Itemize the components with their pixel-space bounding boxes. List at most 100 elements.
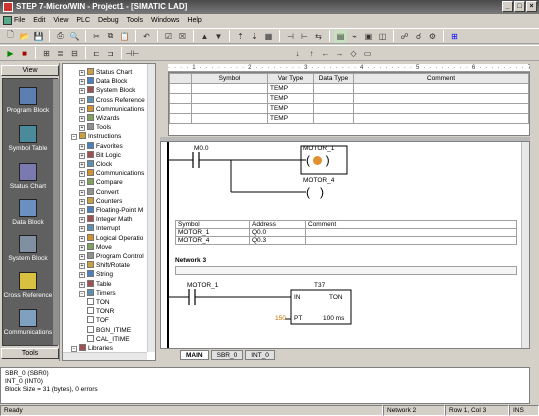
- expand-icon[interactable]: +: [79, 152, 85, 159]
- nav-status-chart[interactable]: Status Chart: [3, 163, 53, 190]
- expand-icon[interactable]: +: [79, 208, 85, 214]
- timer-preset-value[interactable]: 150: [275, 315, 286, 322]
- tree-item[interactable]: − Instructions: [71, 132, 121, 141]
- ladder-editor[interactable]: M0.0 MOTOR_1 ( ) MOTOR_4 ( ) Symbol Addr…: [160, 141, 530, 349]
- tree-item[interactable]: + Tools: [79, 123, 111, 132]
- tree-item[interactable]: CAL_ITIME: [87, 334, 130, 344]
- print-icon[interactable]: ⎙: [54, 30, 67, 43]
- sort-desc-icon[interactable]: ⇣: [248, 30, 261, 43]
- run-icon[interactable]: ▶: [4, 47, 17, 60]
- upload-icon[interactable]: ▲: [198, 30, 211, 43]
- menu-view[interactable]: View: [53, 17, 68, 24]
- status-icon[interactable]: ▤: [334, 29, 347, 43]
- tree-item[interactable]: + Floating-Point M: [79, 206, 143, 215]
- expand-icon[interactable]: +: [79, 180, 85, 187]
- expand-icon[interactable]: +: [79, 189, 85, 196]
- compile-icon[interactable]: ☑: [162, 30, 175, 43]
- var-type-cell[interactable]: TEMP: [267, 113, 314, 124]
- tree-item[interactable]: + Counters: [79, 196, 122, 206]
- undo-icon[interactable]: ↶: [140, 30, 153, 43]
- tree-vertical-scrollbar[interactable]: [147, 64, 155, 352]
- expand-icon[interactable]: +: [79, 162, 85, 168]
- tree-item[interactable]: + Convert: [79, 187, 119, 197]
- sym-icon[interactable]: ⊞: [448, 30, 461, 43]
- expand-icon[interactable]: +: [79, 106, 85, 113]
- expand-icon[interactable]: +: [79, 272, 85, 279]
- tree-item[interactable]: + Compare: [79, 178, 123, 187]
- expand-icon[interactable]: +: [79, 70, 85, 76]
- nav-symbol-table[interactable]: Symbol Table: [3, 125, 53, 152]
- box-icon[interactable]: ▭: [361, 47, 374, 60]
- nav-communications[interactable]: Communications: [3, 309, 53, 336]
- var-type-cell[interactable]: TEMP: [267, 93, 314, 104]
- nav-system-block[interactable]: System Block: [3, 235, 53, 262]
- sort-asc-icon[interactable]: ⇡: [234, 30, 247, 43]
- expand-icon[interactable]: +: [79, 143, 85, 150]
- save-icon[interactable]: 💾: [32, 30, 45, 43]
- stop-icon[interactable]: ■: [18, 47, 31, 60]
- expand-icon[interactable]: +: [79, 125, 85, 132]
- expand-icon[interactable]: +: [79, 244, 85, 251]
- tree-item[interactable]: + Communications: [79, 169, 144, 178]
- unforce-icon[interactable]: ◫: [376, 30, 389, 43]
- arrow-right-icon[interactable]: →: [333, 47, 346, 60]
- compile-all-icon[interactable]: ☒: [176, 30, 189, 43]
- restore-button[interactable]: □: [514, 1, 525, 12]
- arrow-left-icon[interactable]: ←: [319, 47, 332, 60]
- symbol-icon[interactable]: ⇆: [312, 30, 325, 43]
- tree-item[interactable]: TONR: [87, 307, 114, 316]
- nav-data-block[interactable]: Data Block: [3, 199, 53, 226]
- tree-item[interactable]: + Communications: [79, 104, 144, 114]
- new-icon[interactable]: 🗋: [4, 30, 17, 43]
- line-down-icon[interactable]: ↓: [291, 47, 304, 60]
- expand-icon[interactable]: +: [79, 263, 85, 270]
- tree-item[interactable]: + Favorites: [79, 141, 123, 151]
- tree-item[interactable]: + Program Control: [79, 252, 144, 261]
- tree-item[interactable]: + Bit Logic: [79, 150, 121, 160]
- tree-item[interactable]: + Integer Math: [79, 215, 133, 224]
- nav-view-header[interactable]: View: [1, 65, 59, 76]
- tree-item[interactable]: TON: [87, 298, 110, 307]
- tree-horizontal-scrollbar[interactable]: [63, 352, 147, 360]
- read-icon[interactable]: ☍: [398, 30, 411, 43]
- stl-icon[interactable]: ≣: [54, 47, 67, 60]
- download-icon[interactable]: ▼: [212, 30, 225, 43]
- menu-plc[interactable]: PLC: [76, 17, 90, 24]
- tree-item[interactable]: + Table: [79, 279, 112, 289]
- tree-item[interactable]: + Wizards: [79, 114, 119, 123]
- network-insert-icon[interactable]: ⊣: [284, 30, 297, 43]
- tab-main[interactable]: MAIN: [180, 350, 209, 360]
- expand-icon[interactable]: +: [79, 235, 85, 242]
- tree-item[interactable]: + Cross Reference: [79, 95, 145, 105]
- tree-item[interactable]: + Move: [79, 242, 112, 252]
- coil2[interactable]: ( ): [306, 185, 332, 199]
- cut-icon[interactable]: ✂: [90, 30, 103, 43]
- coil-icon[interactable]: ◇: [347, 47, 360, 60]
- expand-icon[interactable]: +: [79, 88, 85, 95]
- expand-icon[interactable]: +: [79, 198, 85, 205]
- expand-icon[interactable]: +: [79, 97, 85, 104]
- ladder-vertical-scrollbar[interactable]: [521, 142, 529, 348]
- expand-icon[interactable]: +: [79, 281, 85, 288]
- tree-item[interactable]: + Interrupt: [79, 224, 120, 233]
- nav-cross-reference[interactable]: Cross Reference: [3, 272, 53, 299]
- table-row[interactable]: TEMP: [169, 103, 529, 114]
- write-icon[interactable]: ☌: [412, 30, 425, 43]
- nav-program-block[interactable]: Program Block: [3, 87, 53, 114]
- expand-icon[interactable]: +: [79, 171, 85, 178]
- nav-tools-header[interactable]: Tools: [1, 348, 59, 359]
- tree-item[interactable]: BGN_ITIME: [87, 325, 131, 335]
- network-delete-icon[interactable]: ⊢: [298, 30, 311, 43]
- tree-item[interactable]: + Clock: [79, 160, 112, 169]
- expand-icon[interactable]: +: [79, 116, 85, 122]
- menu-edit[interactable]: Edit: [33, 17, 45, 24]
- tree-item[interactable]: + System Block: [79, 86, 135, 95]
- expand-icon[interactable]: +: [79, 217, 85, 224]
- preview-icon[interactable]: 🔍: [68, 30, 81, 43]
- menu-file[interactable]: File: [14, 17, 25, 24]
- tree-item[interactable]: + String: [79, 270, 113, 279]
- copy-icon[interactable]: ⧉: [104, 30, 117, 43]
- expand-icon[interactable]: +: [79, 79, 85, 86]
- tree-item[interactable]: + Shift/Rotate: [79, 261, 130, 270]
- fbd-icon[interactable]: ⊟: [68, 47, 81, 60]
